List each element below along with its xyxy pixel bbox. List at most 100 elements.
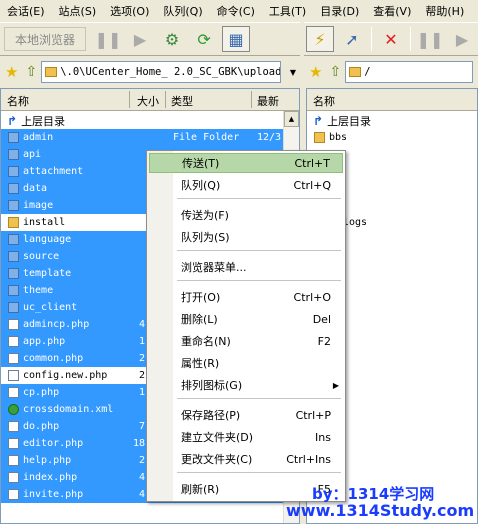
list-item[interactable]: bbs: [307, 129, 477, 146]
play-icon[interactable]: ▶: [126, 26, 154, 52]
context-menu-item[interactable]: 属性(R): [149, 353, 343, 373]
menu-bar: 会话(E) 站点(S) 选项(O) 队列(Q) 命令(C) 工具(T) 目录(D…: [0, 0, 478, 22]
context-menu: 传送(T) Ctrl+T 队列(Q) Ctrl+Q 传送为(F) 队列为(S) 浏览器菜单.…: [146, 150, 346, 502]
menu-help[interactable]: 帮助(H): [418, 3, 471, 19]
file-icon: [8, 421, 19, 432]
file-name: config.new.php: [23, 370, 133, 381]
column-divider[interactable]: [251, 91, 252, 108]
menu-queue[interactable]: 队列(Q): [156, 3, 209, 19]
xml-file-icon: [8, 404, 19, 415]
lightning-icon[interactable]: ⚡: [306, 26, 334, 52]
file-name: language: [23, 234, 72, 245]
menu-command[interactable]: 命令(C): [210, 3, 262, 19]
column-name[interactable]: 名称: [7, 93, 29, 109]
remote-path-input[interactable]: /: [345, 61, 474, 83]
folder-icon: [314, 132, 325, 143]
menu-item-label: 删除(L): [181, 313, 218, 326]
refresh-icon[interactable]: ⟳: [190, 26, 218, 52]
menu-directory[interactable]: 目录(D): [313, 3, 366, 19]
toolbar-separator: [371, 27, 372, 51]
column-type[interactable]: 类型: [171, 93, 193, 109]
folder-icon: [8, 302, 19, 313]
column-divider[interactable]: [165, 91, 166, 108]
folder-icon: [8, 183, 19, 194]
disconnect-icon[interactable]: ✕: [377, 26, 405, 52]
column-divider[interactable]: [129, 91, 130, 108]
file-size: 4: [138, 319, 145, 330]
folder-icon: [8, 132, 19, 143]
file-name: editor.php: [23, 438, 84, 449]
local-browser-button[interactable]: 本地浏览器: [4, 27, 87, 51]
file-name: help.php: [23, 455, 72, 466]
toolbar-separator: [410, 27, 411, 51]
watermark-line2: www.1314Study.com: [286, 501, 475, 520]
file-icon: [8, 336, 19, 347]
folder-icon: [8, 149, 19, 160]
scroll-up-icon[interactable]: ▲: [284, 111, 299, 127]
pause-icon[interactable]: ❚❚: [94, 26, 122, 52]
context-menu-item[interactable]: 重命名(N) F2: [149, 331, 343, 351]
context-menu-item[interactable]: 队列(Q) Ctrl+Q: [149, 175, 343, 195]
menu-item-shortcut: Del: [312, 312, 331, 326]
table-row[interactable]: admin File Folder 12/3: [1, 129, 299, 146]
up-folder-icon[interactable]: ⇧: [25, 64, 37, 80]
menu-item-label: 刷新(R): [181, 483, 220, 496]
file-name: common.php: [23, 353, 84, 364]
column-size[interactable]: 大小: [137, 93, 159, 109]
parent-directory-row[interactable]: ↱ 上层目录: [1, 112, 299, 129]
context-menu-item[interactable]: 更改文件夹(C) Ctrl+Ins: [149, 449, 343, 469]
file-name: attachment: [23, 166, 84, 177]
parent-directory-row[interactable]: ↱ 上层目录: [307, 112, 477, 129]
remote-address-bar: ★ ⇧ /: [304, 58, 478, 86]
menu-options[interactable]: 选项(O): [103, 3, 156, 19]
local-address-bar: ★ ⇧ \.0\UCenter_Home_ 2.0_SC_GBK\upload …: [0, 58, 300, 86]
folder-icon: [8, 217, 19, 228]
folder-icon: [45, 67, 58, 77]
context-menu-item[interactable]: 建立文件夹(D) Ins: [149, 427, 343, 447]
folder-icon: [349, 67, 362, 77]
menu-view[interactable]: 查看(V): [366, 3, 418, 19]
file-name: template: [23, 268, 72, 279]
up-folder-icon[interactable]: ⇧: [329, 64, 341, 80]
local-path-input[interactable]: \.0\UCenter_Home_ 2.0_SC_GBK\upload: [41, 61, 282, 83]
remote-toolbar: ⚡ ➚ ✕ ❚❚ ▶: [304, 22, 478, 56]
file-size: 4: [138, 472, 145, 483]
file-name: data: [23, 183, 48, 194]
chevron-down-icon[interactable]: ▼: [286, 62, 300, 82]
menu-session[interactable]: 会话(E): [0, 3, 52, 19]
local-view-icon[interactable]: ▦: [222, 26, 251, 52]
pause-icon[interactable]: ❚❚: [416, 26, 444, 52]
context-menu-item[interactable]: 队列为(S): [149, 227, 343, 247]
remote-path-text: /: [364, 66, 371, 78]
file-size: 2: [138, 370, 145, 381]
file-icon: [8, 489, 19, 500]
file-name: api: [23, 149, 42, 160]
menu-item-label: 队列(Q): [181, 179, 221, 192]
favorites-star-icon[interactable]: ★: [309, 63, 322, 81]
column-date[interactable]: 最新: [257, 93, 279, 109]
context-menu-item[interactable]: 保存路径(P) Ctrl+P: [149, 405, 343, 425]
connect-plug-icon[interactable]: ➚: [338, 26, 366, 52]
context-menu-item[interactable]: 传送(T) Ctrl+T: [149, 153, 343, 173]
file-type: File Folder: [173, 132, 240, 143]
context-menu-item[interactable]: 浏览器菜单...: [149, 257, 343, 277]
menu-item-label: 重命名(N): [181, 335, 231, 348]
menu-item-label: 队列为(S): [181, 231, 230, 244]
folder-icon: [8, 200, 19, 211]
context-menu-item[interactable]: 排列图标(G) ▶: [149, 375, 343, 395]
menu-tools[interactable]: 工具(T): [262, 3, 313, 19]
column-name[interactable]: 名称: [313, 93, 335, 109]
context-menu-item[interactable]: 打开(O) Ctrl+O: [149, 287, 343, 307]
context-menu-item[interactable]: 传送为(F): [149, 205, 343, 225]
file-size: 2: [138, 353, 145, 364]
menu-item-shortcut: Ctrl+Q: [293, 178, 331, 192]
context-menu-item[interactable]: 删除(L) Del: [149, 309, 343, 329]
menu-separator: [177, 472, 341, 473]
menu-site[interactable]: 站点(S): [52, 3, 104, 19]
play-icon[interactable]: ▶: [448, 26, 476, 52]
submenu-arrow-icon: ▶: [332, 380, 339, 390]
connect-icon[interactable]: ⚙: [158, 26, 186, 52]
parent-directory-label: 上层目录: [21, 114, 66, 128]
favorites-star-icon[interactable]: ★: [5, 63, 18, 81]
menu-separator: [177, 250, 341, 251]
